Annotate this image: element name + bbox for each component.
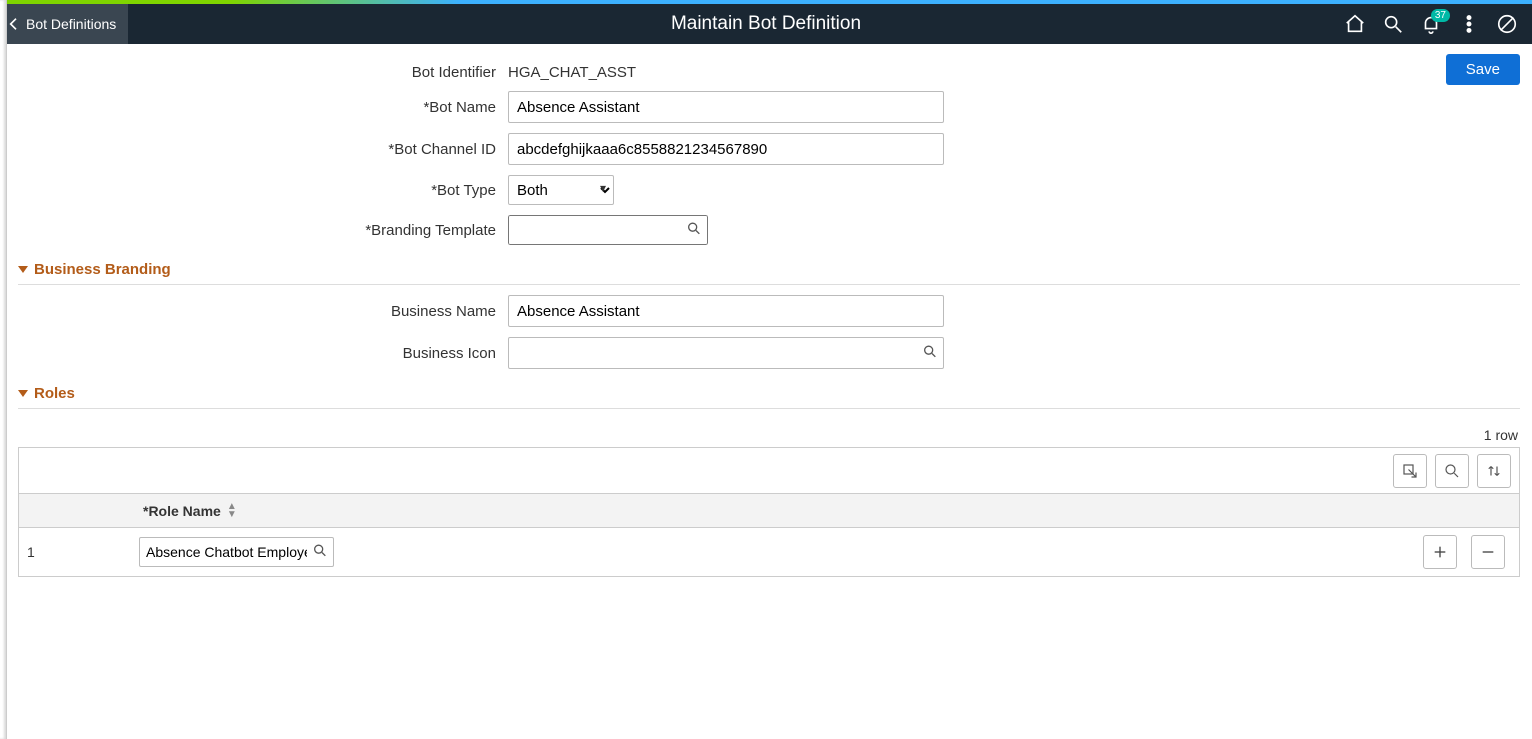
sort-indicator-icon: ▲▼ [227,503,237,519]
kebab-icon [1458,13,1480,35]
page-title: Maintain Bot Definition [0,13,1532,35]
roles-grid: *Role Name ▲▼ 1 [18,447,1520,577]
save-button[interactable]: Save [1446,54,1520,85]
role-name-input[interactable] [139,537,334,567]
table-row: 1 [19,528,1519,576]
search-icon [312,543,328,559]
business-icon-input[interactable] [508,337,944,369]
bot-identifier-value: HGA_CHAT_ASST [508,64,636,81]
access-button[interactable] [1496,13,1518,35]
search-button[interactable] [1382,13,1404,35]
branding-template-input[interactable] [508,215,708,245]
role-name-lookup-button[interactable] [312,543,328,562]
plus-icon [1432,544,1448,560]
branding-template-label: *Branding Template [28,222,508,239]
sort-icon [1485,462,1503,480]
bot-channel-label: *Bot Channel ID [28,141,508,158]
bot-type-select[interactable]: Both [508,175,614,205]
home-icon [1344,13,1366,35]
row-index: 1 [19,544,139,560]
remove-row-button[interactable] [1471,535,1505,569]
grid-find-button[interactable] [1435,454,1469,488]
bot-name-input[interactable] [508,91,944,123]
business-icon-label: Business Icon [28,345,508,362]
business-name-label: Business Name [28,303,508,320]
bot-channel-input[interactable] [508,133,944,165]
notification-badge: 37 [1431,9,1450,22]
home-button[interactable] [1344,13,1366,35]
search-icon [922,344,938,360]
section-title: Business Branding [34,261,171,278]
bot-type-label: *Bot Type [28,182,508,199]
section-roles[interactable]: Roles [18,381,1520,409]
col-role-name[interactable]: *Role Name ▲▼ [139,503,1519,519]
business-icon-lookup-button[interactable] [922,344,938,363]
minus-icon [1480,544,1496,560]
bot-identifier-label: Bot Identifier [28,64,508,81]
search-icon [686,221,702,237]
add-row-button[interactable] [1423,535,1457,569]
kebab-menu-button[interactable] [1458,13,1480,35]
caret-down-icon [18,390,28,397]
export-icon [1401,462,1419,480]
back-label: Bot Definitions [26,16,116,32]
grid-export-button[interactable] [1393,454,1427,488]
search-icon [1443,462,1461,480]
caret-down-icon [18,266,28,273]
circle-slash-icon [1496,13,1518,35]
section-title: Roles [34,385,75,402]
bot-name-label: *Bot Name [28,99,508,116]
top-bar: Bot Definitions Maintain Bot Definition … [0,4,1532,44]
branding-template-lookup-button[interactable] [686,221,702,240]
notifications-button[interactable]: 37 [1420,13,1442,35]
section-business-branding[interactable]: Business Branding [18,257,1520,285]
business-name-input[interactable] [508,295,944,327]
search-icon [1382,13,1404,35]
grid-row-count: 1 row [18,427,1518,443]
grid-sort-button[interactable] [1477,454,1511,488]
back-button[interactable]: Bot Definitions [0,4,128,44]
chevron-left-icon [6,16,22,32]
